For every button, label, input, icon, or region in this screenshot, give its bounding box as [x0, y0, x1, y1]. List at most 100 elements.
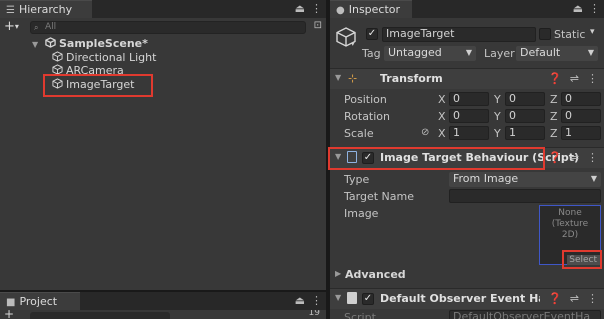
- position-y-field[interactable]: 0: [505, 92, 545, 106]
- presets-icon[interactable]: ⇌: [570, 72, 579, 85]
- hierarchy-tab-icons: ⏏ ⋮: [289, 1, 322, 17]
- tree-item-directional-light[interactable]: Directional Light: [52, 51, 156, 64]
- static-label: Static: [554, 28, 586, 41]
- transform-header[interactable]: ▼ ⊹ Transform ❓ ⇌ ⋮: [330, 68, 604, 89]
- type-value: From Image: [453, 172, 519, 185]
- scale-label: Scale: [344, 127, 374, 140]
- axis-y-label: Y: [494, 127, 501, 140]
- help-icon[interactable]: ❓: [548, 72, 562, 85]
- axis-z-label: Z: [550, 110, 558, 123]
- project-tabbar: ■ Project ⏏ ⋮: [0, 292, 326, 310]
- expand-arrow-icon[interactable]: ▼: [32, 40, 38, 49]
- scale-y-field[interactable]: 1: [505, 126, 545, 140]
- hierarchy-search-input[interactable]: ⌕ All: [30, 21, 306, 34]
- scale-x-field[interactable]: 1: [449, 126, 489, 140]
- lock-icon[interactable]: ⏏: [573, 2, 583, 15]
- help-icon[interactable]: ❓: [548, 151, 562, 164]
- axis-x-label: X: [438, 93, 446, 106]
- more-menu-icon[interactable]: ⋮: [311, 2, 322, 15]
- chevron-down-icon: ▾: [14, 22, 19, 31]
- layer-label: Layer: [484, 47, 515, 60]
- collapse-arrow-icon[interactable]: ▼: [335, 293, 341, 302]
- object-name-field[interactable]: ImageTarget: [382, 27, 536, 42]
- chevron-down-icon: ▼: [587, 48, 594, 57]
- rotation-y-field[interactable]: 0: [505, 109, 545, 123]
- presets-icon[interactable]: ⇌: [570, 292, 579, 305]
- cube-icon: [52, 51, 63, 62]
- scene-label: SampleScene*: [59, 37, 148, 50]
- tab-project[interactable]: ■ Project: [0, 292, 80, 310]
- chevron-down-icon: ▼: [590, 174, 597, 183]
- component-icons: ❓ ⇌ ⋮: [540, 72, 598, 85]
- type-label: Type: [344, 173, 370, 186]
- axis-y-label: Y: [494, 110, 501, 123]
- script-field: DefaultObserverEventHa: [449, 310, 601, 319]
- scale-z-field[interactable]: 1: [561, 126, 601, 140]
- inspector-tab-label: Inspector: [348, 3, 401, 16]
- folder-icon: ■: [6, 297, 16, 308]
- target-name-field[interactable]: [449, 189, 601, 203]
- texture-none-line2: 2D): [561, 230, 579, 240]
- rotation-label: Rotation: [344, 110, 391, 123]
- inspector-tab-icons: ⏏ ⋮: [567, 1, 600, 17]
- search-placeholder: All: [45, 22, 57, 32]
- axis-x-label: X: [438, 127, 446, 140]
- tab-inspector[interactable]: ● Inspector: [330, 0, 412, 18]
- texture-none-line1: None (Texture: [551, 208, 589, 229]
- project-search-input[interactable]: [30, 312, 170, 319]
- presets-icon[interactable]: ⇌: [570, 151, 579, 164]
- tag-dropdown[interactable]: Untagged ▼: [384, 46, 476, 61]
- project-toolbar: + 19: [0, 310, 326, 319]
- add-asset-button[interactable]: +: [4, 310, 14, 319]
- observer-title: Default Observer Event Handler (S: [380, 292, 540, 305]
- more-menu-icon[interactable]: ⋮: [587, 292, 598, 305]
- scene-row[interactable]: ▼ SampleScene*: [32, 37, 148, 50]
- static-checkbox[interactable]: [539, 28, 551, 40]
- axis-z-label: Z: [550, 93, 558, 106]
- inspector-tabbar: ● Inspector ⏏ ⋮: [330, 0, 604, 18]
- help-icon[interactable]: ❓: [548, 292, 562, 305]
- project-tab-label: Project: [19, 295, 58, 308]
- project-tab-icons: ⏏ ⋮: [289, 293, 322, 309]
- observer-event-handler-header[interactable]: ▼ ✓ Default Observer Event Handler (S ❓ ⇌…: [330, 288, 604, 309]
- hierarchy-panel: ☰ Hierarchy ⏏ ⋮ +▾ ⌕ All ⊡ ▼ SampleScene* D…: [0, 0, 326, 290]
- tab-hierarchy[interactable]: ☰ Hierarchy: [0, 0, 92, 18]
- advanced-foldout[interactable]: Advanced: [345, 268, 406, 281]
- expand-arrow-icon[interactable]: ▶: [335, 269, 341, 278]
- lock-icon[interactable]: ⏏: [295, 294, 305, 307]
- component-enabled-checkbox[interactable]: ✓: [362, 293, 374, 305]
- more-menu-icon[interactable]: ⋮: [587, 72, 598, 85]
- image-label: Image: [344, 207, 379, 220]
- component-icons: ❓ ⇌ ⋮: [540, 151, 598, 164]
- project-panel: ■ Project ⏏ ⋮ + 19: [0, 292, 326, 319]
- list-icon: ☰: [6, 5, 15, 16]
- axis-y-label: Y: [494, 93, 501, 106]
- layer-dropdown[interactable]: Default ▼: [516, 46, 598, 61]
- more-menu-icon[interactable]: ⋮: [589, 2, 600, 15]
- rotation-z-field[interactable]: 0: [561, 109, 601, 123]
- rotation-x-field[interactable]: 0: [449, 109, 489, 123]
- hierarchy-tabbar: ☰ Hierarchy ⏏ ⋮: [0, 0, 326, 18]
- type-dropdown[interactable]: From Image ▼: [449, 172, 601, 187]
- highlight-select-button: [562, 250, 602, 269]
- active-checkbox[interactable]: ✓: [366, 28, 378, 40]
- static-dropdown-icon[interactable]: ▾: [590, 27, 595, 37]
- tag-label: Tag: [362, 47, 381, 60]
- hierarchy-toolbar: +▾ ⌕ All ⊡: [0, 18, 326, 36]
- target-name-label: Target Name: [344, 190, 414, 203]
- position-label: Position: [344, 93, 387, 106]
- script-icon: [347, 292, 357, 304]
- more-menu-icon[interactable]: ⋮: [587, 151, 598, 164]
- highlight-imagetarget: [43, 74, 153, 97]
- constrain-proportions-icon[interactable]: ⊘: [421, 127, 429, 138]
- lock-icon[interactable]: ⏏: [295, 2, 305, 15]
- more-menu-icon[interactable]: ⋮: [311, 294, 322, 307]
- position-z-field[interactable]: 0: [561, 92, 601, 106]
- add-object-button[interactable]: +▾: [4, 19, 19, 34]
- asset-count-badge: 19: [308, 310, 320, 318]
- script-label: Script: [344, 311, 376, 319]
- position-x-field[interactable]: 0: [449, 92, 489, 106]
- search-options-icon[interactable]: ⊡: [314, 20, 322, 31]
- collapse-arrow-icon[interactable]: ▼: [335, 73, 341, 82]
- transform-title: Transform: [380, 72, 443, 85]
